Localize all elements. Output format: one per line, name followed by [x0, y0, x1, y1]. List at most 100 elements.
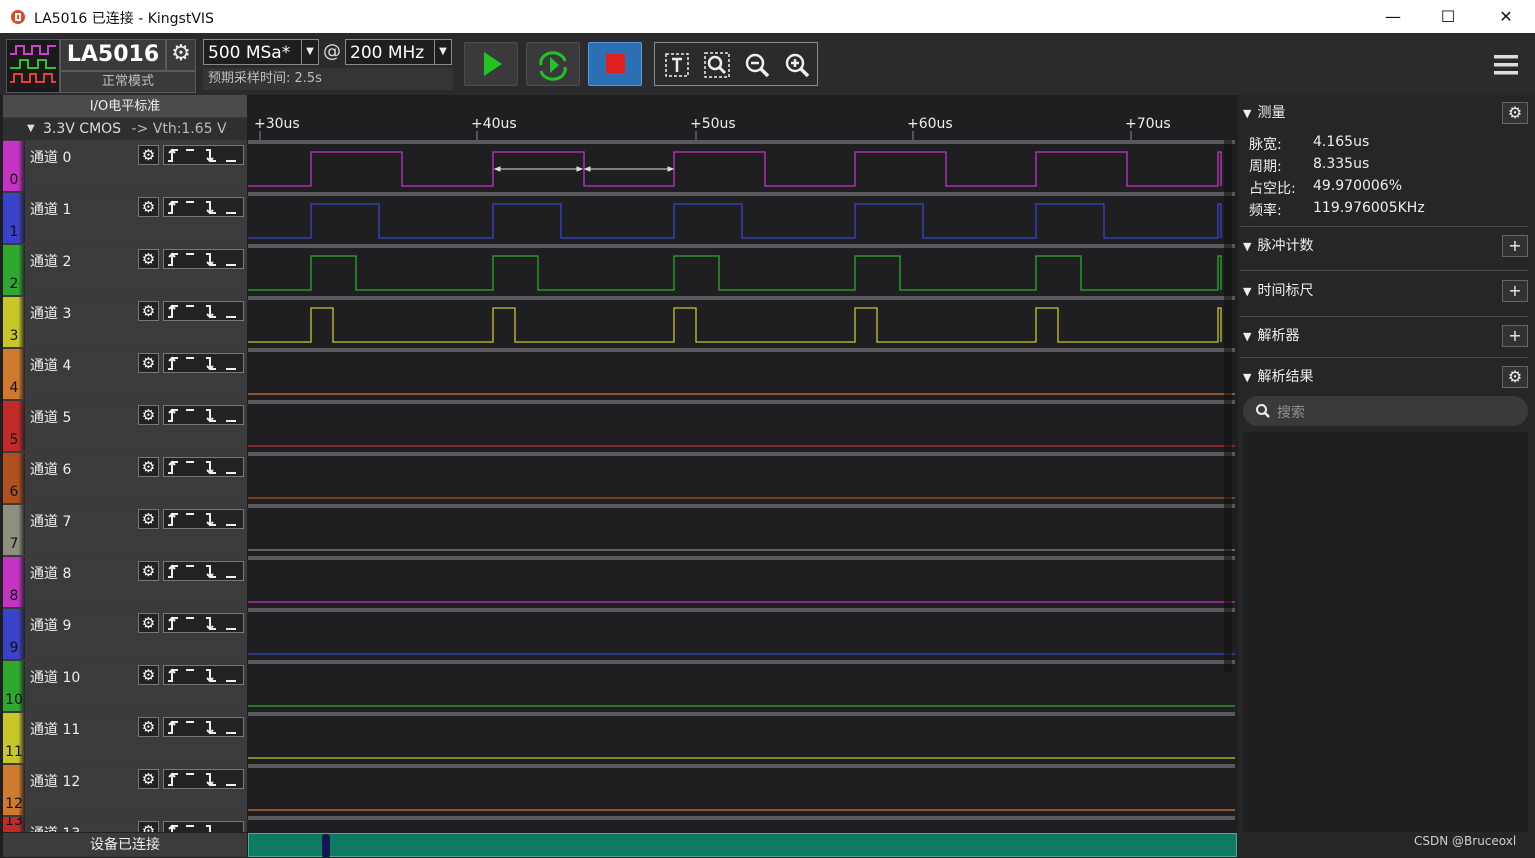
channel-name[interactable]: 通道 13	[30, 823, 80, 832]
measure-settings-gear-icon[interactable]: ⚙	[1502, 102, 1528, 124]
results-settings-gear-icon[interactable]: ⚙	[1502, 366, 1528, 388]
section-analysis-results[interactable]: ▼ 解析结果 ⚙	[1243, 362, 1528, 392]
trigger-edge-icons	[168, 720, 236, 735]
channel-row[interactable]: 13 通道 13 ⚙	[3, 817, 247, 832]
analysis-results-list[interactable]	[1243, 432, 1528, 832]
search-input[interactable]: 搜索	[1243, 396, 1528, 426]
trigger-selector[interactable]	[163, 249, 244, 269]
measure-label: 脉宽:	[1249, 137, 1282, 153]
channel-settings-gear-icon[interactable]: ⚙	[138, 145, 159, 165]
channel-row[interactable]: 6 通道 6 ⚙	[3, 453, 247, 503]
channel-name[interactable]: 通道 4	[30, 355, 71, 375]
capture-progress-bar[interactable]	[248, 833, 1237, 858]
kingstvis-app-icon	[11, 10, 25, 24]
minimize-button[interactable]: —	[1367, 0, 1419, 33]
channel-name[interactable]: 通道 9	[30, 615, 71, 635]
start-button[interactable]	[464, 42, 518, 86]
channel-settings-gear-icon[interactable]: ⚙	[138, 197, 159, 217]
channel-row[interactable]: 9 通道 9 ⚙	[3, 609, 247, 659]
channel-name[interactable]: 通道 5	[30, 407, 71, 427]
channel-settings-gear-icon[interactable]: ⚙	[138, 821, 159, 832]
channel-name[interactable]: 通道 10	[30, 667, 80, 687]
channel-row[interactable]: 10 通道 10 ⚙	[3, 661, 247, 711]
channel-row[interactable]: 1 通道 1 ⚙	[3, 193, 247, 243]
channel-name[interactable]: 通道 12	[30, 771, 80, 791]
trigger-selector[interactable]	[163, 405, 244, 425]
progress-handle[interactable]	[322, 834, 330, 858]
add-time-ruler-plus-icon[interactable]: +	[1502, 280, 1528, 302]
trigger-selector[interactable]	[163, 769, 244, 789]
trigger-selector[interactable]	[163, 561, 244, 581]
trigger-selector[interactable]	[163, 717, 244, 737]
section-pulse-count[interactable]: ▼ 脉冲计数 +	[1243, 231, 1528, 261]
channel-settings-gear-icon[interactable]: ⚙	[138, 665, 159, 685]
zoom-out-icon[interactable]	[743, 51, 771, 79]
channel-settings-gear-icon[interactable]: ⚙	[138, 249, 159, 269]
device-mode[interactable]: 正常模式	[60, 71, 196, 93]
channel-number: 5	[9, 432, 19, 448]
add-pulse-count-plus-icon[interactable]: +	[1502, 235, 1528, 257]
channel-name[interactable]: 通道 2	[30, 251, 71, 271]
trigger-selector[interactable]	[163, 665, 244, 685]
channel-row[interactable]: 2 通道 2 ⚙	[3, 245, 247, 295]
channel-number: 0	[9, 172, 19, 188]
channel-row[interactable]: 4 通道 4 ⚙	[3, 349, 247, 399]
trigger-selector[interactable]	[163, 145, 244, 165]
channel-name[interactable]: 通道 7	[30, 511, 71, 531]
channel-name[interactable]: 通道 6	[30, 459, 71, 479]
channel-settings-gear-icon[interactable]: ⚙	[138, 301, 159, 321]
section-time-ruler[interactable]: ▼ 时间标尺 +	[1243, 276, 1528, 306]
trigger-selector[interactable]	[163, 197, 244, 217]
trigger-selector[interactable]	[163, 457, 244, 477]
channel-settings-gear-icon[interactable]: ⚙	[138, 561, 159, 581]
channel-name[interactable]: 通道 0	[30, 147, 71, 167]
channel-row[interactable]: 5 通道 5 ⚙	[3, 401, 247, 451]
channel-settings-gear-icon[interactable]: ⚙	[138, 769, 159, 789]
channel-row[interactable]: 0 通道 0 ⚙	[3, 141, 247, 191]
vertical-scrollbar[interactable]	[1224, 140, 1232, 672]
time-ruler-title: 时间标尺	[1257, 283, 1314, 299]
trigger-selector[interactable]	[163, 509, 244, 529]
sample-rate-select[interactable]: 200 MHz ▼	[345, 39, 452, 65]
section-measure[interactable]: ▼ 测量 ⚙	[1243, 98, 1528, 128]
sample-depth-select[interactable]: 500 MSa* ▼	[203, 39, 319, 65]
trigger-selector[interactable]	[163, 301, 244, 321]
maximize-button[interactable]: ☐	[1422, 0, 1474, 33]
add-analyzer-plus-icon[interactable]: +	[1502, 325, 1528, 347]
text-cursor-icon[interactable]	[663, 51, 691, 79]
io-standard-select[interactable]: ▼ 3.3V CMOS -> Vth:1.65 V	[3, 118, 247, 140]
toolbar: LA5016 ⚙ 正常模式 500 MSa* ▼ @ 200 MHz ▼ 预期采…	[0, 33, 1535, 95]
trigger-selector[interactable]	[163, 613, 244, 633]
channel-name[interactable]: 通道 3	[30, 303, 71, 323]
channel-settings-gear-icon[interactable]: ⚙	[138, 509, 159, 529]
channel-settings-gear-icon[interactable]: ⚙	[138, 405, 159, 425]
close-button[interactable]: ✕	[1480, 0, 1532, 33]
time-axis-ruler	[259, 131, 1132, 140]
channel-number: 8	[9, 588, 19, 604]
channel-name[interactable]: 通道 8	[30, 563, 71, 583]
waveform-area[interactable]	[248, 140, 1235, 832]
channel-settings-gear-icon[interactable]: ⚙	[138, 353, 159, 373]
device-settings-gear-icon[interactable]: ⚙	[166, 39, 196, 71]
zoom-in-icon[interactable]	[783, 51, 811, 79]
channel-name[interactable]: 通道 11	[30, 719, 80, 739]
io-standard-value: 3.3V CMOS	[43, 121, 122, 137]
channel-row[interactable]: 11 通道 11 ⚙	[3, 713, 247, 763]
channel-row[interactable]: 8 通道 8 ⚙	[3, 557, 247, 607]
trigger-selector[interactable]	[163, 353, 244, 373]
channel-row[interactable]: 12 通道 12 ⚙	[3, 765, 247, 815]
trigger-edge-icons	[168, 304, 236, 319]
hamburger-menu-icon[interactable]	[1492, 51, 1520, 79]
loop-start-button[interactable]	[526, 42, 580, 86]
channel-settings-gear-icon[interactable]: ⚙	[138, 613, 159, 633]
zoom-region-icon[interactable]	[703, 51, 731, 79]
device-name[interactable]: LA5016	[60, 39, 166, 71]
channel-row[interactable]: 3 通道 3 ⚙	[3, 297, 247, 347]
trigger-selector[interactable]	[163, 821, 244, 832]
channel-settings-gear-icon[interactable]: ⚙	[138, 457, 159, 477]
channel-name[interactable]: 通道 1	[30, 199, 71, 219]
channel-settings-gear-icon[interactable]: ⚙	[138, 717, 159, 737]
channel-row[interactable]: 7 通道 7 ⚙	[3, 505, 247, 555]
stop-button[interactable]	[588, 42, 642, 86]
section-analyzer[interactable]: ▼ 解析器 +	[1243, 321, 1528, 351]
